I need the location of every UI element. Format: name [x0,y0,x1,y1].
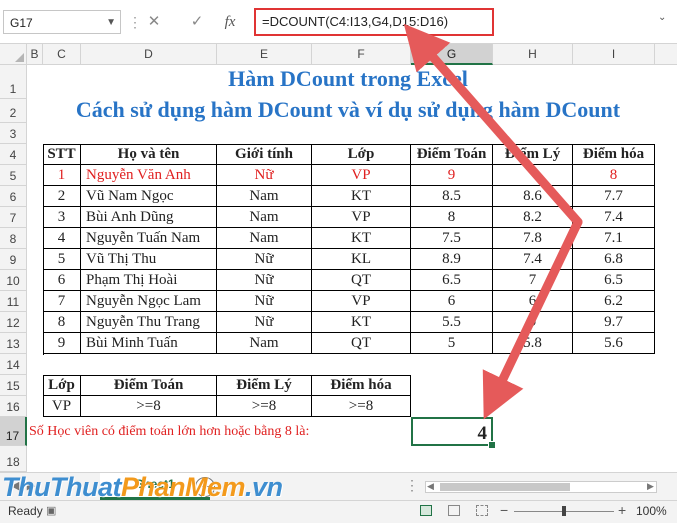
page-layout-view-icon[interactable] [448,505,460,516]
watermark-part1: ThuThuat [2,472,121,502]
zoom-slider-thumb[interactable] [562,506,566,516]
status-bar: Ready ▣ − + 100% [0,500,677,523]
normal-view-icon[interactable] [420,505,432,516]
watermark-part2: PhanMem [120,472,246,502]
watermark-logo: ThuThuatPhanMem.vn [2,472,283,503]
zoom-out-icon[interactable]: − [500,502,508,518]
arrow-to-formula [403,23,583,227]
macro-record-icon[interactable]: ▣ [46,504,56,517]
watermark-part3: .vn [245,472,283,502]
scroll-right-icon[interactable]: ▶ [647,481,654,492]
page-break-view-icon[interactable] [476,505,488,516]
annotation-arrows [403,23,583,420]
scroll-thumb[interactable] [440,483,570,491]
zoom-in-icon[interactable]: + [618,502,626,518]
scroll-left-icon[interactable]: ◀ [427,481,434,492]
status-ready: Ready [8,504,43,518]
zoom-level[interactable]: 100% [636,504,667,518]
tab-splitter-icon[interactable]: ⋮ [405,477,419,494]
arrow-to-result [482,217,583,420]
